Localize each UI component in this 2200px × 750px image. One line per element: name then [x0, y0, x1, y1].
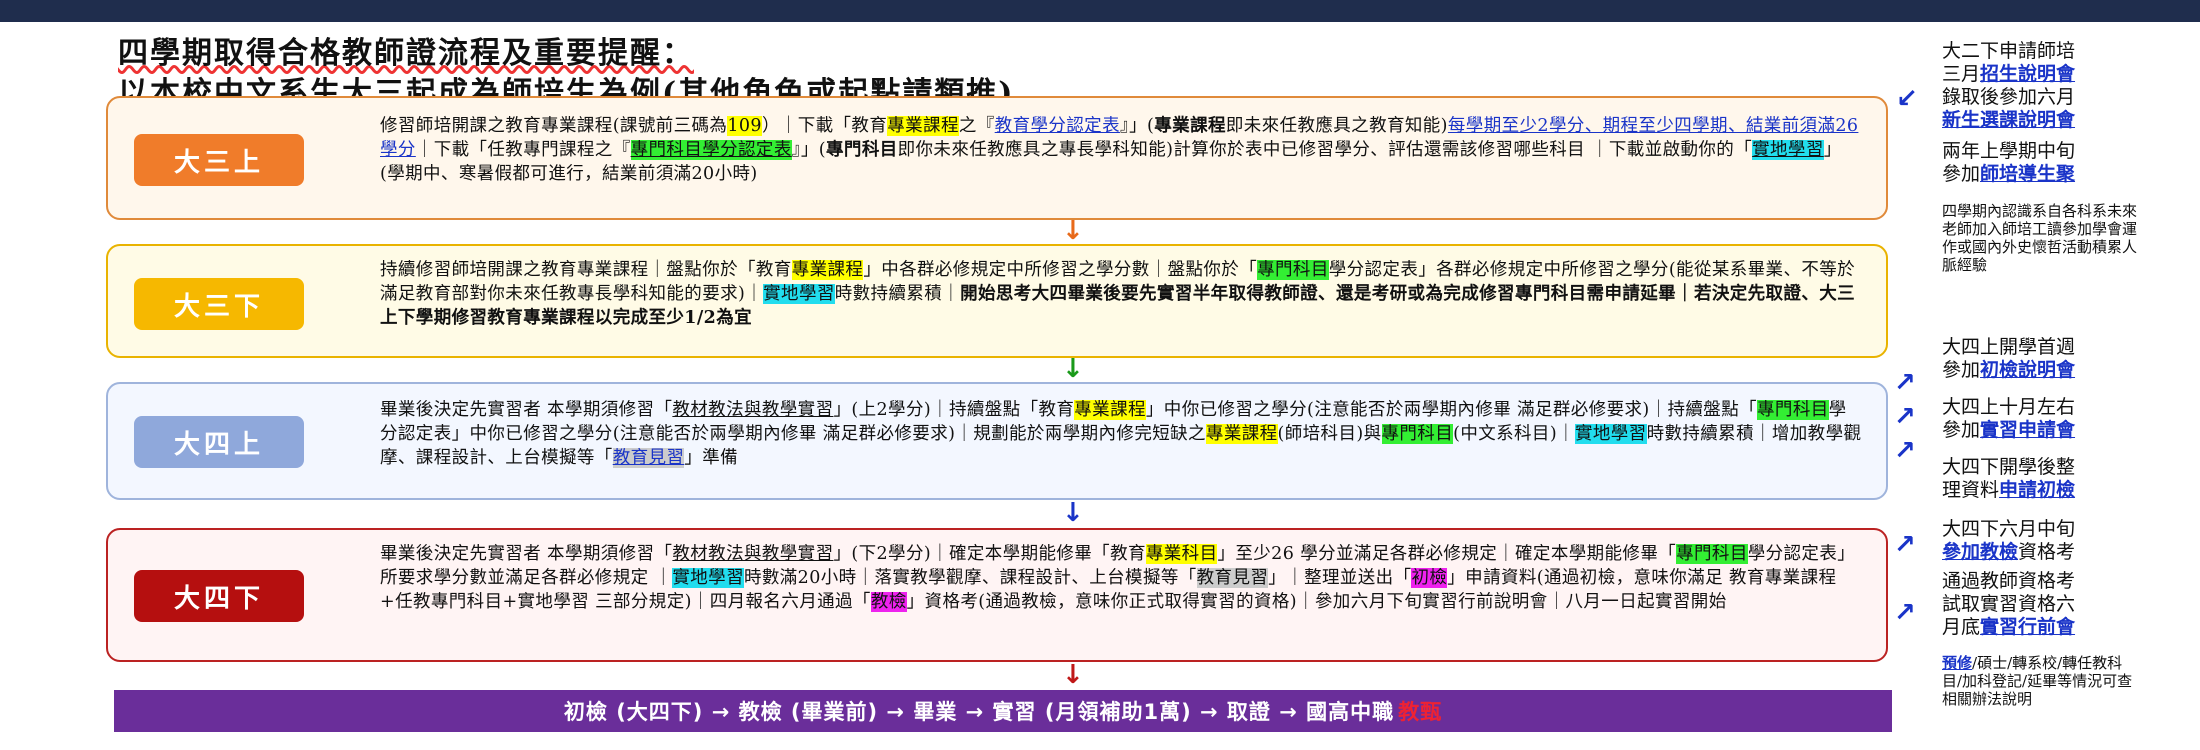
stage-text-senior-fall: 畢業後決定先實習者 本學期須修習「教材教法與教學實習」(上2學分)｜持續盤點「教…	[380, 400, 1862, 468]
down-arrow-icon: ↓	[1062, 498, 1084, 528]
flow-text: 初檢 (大四下) → 教檢 (畢業前) → 畢業 → 實習 (月領補助1萬) →…	[563, 700, 1395, 724]
title-line-1: 四學期取得合格教師證流程及重要提醒：	[118, 36, 694, 71]
recruitment-briefing-link[interactable]: 招生說明會	[1980, 63, 2075, 85]
pre-internship-briefing-link[interactable]: 實習行前會	[1980, 616, 2075, 638]
top-bar	[0, 0, 2200, 22]
stage-panel-junior-spring: 大三下 持續修習師培開課之教育專業課程｜盤點你於「教育專業課程」中各群必修規定中…	[106, 244, 1888, 358]
side-note-apply-initial-check: 大四下開學後整 理資料申請初檢	[1942, 456, 2076, 501]
side-note-activities: 四學期內認識系自各科系未來老師加入師培工讀參加學會運作或國內外史懷哲活動積累人脈…	[1942, 202, 2138, 274]
certification-flow-bar: 初檢 (大四下) → 教檢 (畢業前) → 畢業 → 實習 (月領補助1萬) →…	[114, 690, 1892, 732]
arrow-icon: ↗	[1894, 436, 1916, 466]
apply-initial-check-link[interactable]: 申請初檢	[1999, 479, 2075, 501]
internship-application-link[interactable]: 實習申請會	[1980, 419, 2075, 441]
flow-highlight: 教甄	[1398, 700, 1443, 724]
side-note-pre-internship: 通過教師資格考 試取實習資格六 月底實習行前會	[1942, 570, 2076, 638]
teacher-exam-link[interactable]: 參加教檢	[1942, 541, 2018, 563]
stage-text-junior-fall: 修習師培開課之教育專業課程(課號前三碼為109）｜下載「教育專業課程之『教育學分…	[380, 116, 1859, 184]
mentor-gathering-link[interactable]: 師培導生聚	[1980, 163, 2075, 185]
stage-label-senior-fall: 大四上	[134, 416, 304, 468]
arrow-icon: ↗	[1894, 530, 1916, 560]
stage-panel-senior-spring: 大四下 畢業後決定先實習者 本學期須修習「教材教法與教學實習」(下2學分)｜確定…	[106, 528, 1888, 662]
subject-credit-form-link[interactable]: 專門科目學分認定表	[630, 140, 792, 160]
arrow-icon: ↙	[1896, 84, 1918, 114]
arrow-icon: ↗	[1894, 598, 1916, 628]
stage-text-junior-spring: 持續修習師培開課之教育專業課程｜盤點你於「教育專業課程」中各群必修規定中所修習之…	[380, 260, 1856, 328]
initial-check-briefing-link[interactable]: 初檢說明會	[1980, 359, 2075, 381]
side-note-recruitment: 大二下申請師培 三月招生說明會 錄取後參加六月 新生選課說明會	[1942, 40, 2076, 131]
stage-panel-junior-fall: 大三上 修習師培開課之教育專業課程(課號前三碼為109）｜下載「教育專業課程之『…	[106, 96, 1888, 220]
stage-label-senior-spring: 大四下	[134, 570, 304, 622]
side-note-mentor-gathering: 兩年上學期中旬 參加師培導生聚	[1942, 140, 2076, 185]
stage-panel-senior-fall: 大四上 畢業後決定先實習者 本學期須修習「教材教法與教學實習」(上2學分)｜持續…	[106, 382, 1888, 500]
side-note-pre-study: 預修/碩士/轉系校/轉任教科目/加科登記/延畢等情況可查相關辦法說明	[1942, 654, 2133, 708]
side-note-teacher-exam: 大四下六月中旬 參加教檢資格考	[1942, 518, 2076, 563]
arrow-icon: ↗	[1894, 402, 1916, 432]
down-arrow-icon: ↓	[1062, 216, 1084, 246]
down-arrow-icon: ↓	[1062, 354, 1084, 384]
down-arrow-icon: ↓	[1062, 660, 1084, 690]
arrow-icon: ↗	[1894, 368, 1916, 398]
stage-label-junior-fall: 大三上	[134, 134, 304, 186]
stage-text-senior-spring: 畢業後決定先實習者 本學期須修習「教材教法與教學實習」(下2學分)｜確定本學期能…	[380, 544, 1856, 612]
side-note-initial-check-briefing: 大四上開學首週 參加初檢說明會	[1942, 336, 2076, 381]
side-note-internship-application: 大四上十月左右 參加實習申請會	[1942, 396, 2076, 441]
stage-label-junior-spring: 大三下	[134, 278, 304, 330]
pre-study-link[interactable]: 預修	[1942, 654, 1972, 672]
education-credit-form-link[interactable]: 教育學分認定表	[995, 116, 1120, 136]
course-selection-briefing-link[interactable]: 新生選課說明會	[1942, 109, 2075, 131]
